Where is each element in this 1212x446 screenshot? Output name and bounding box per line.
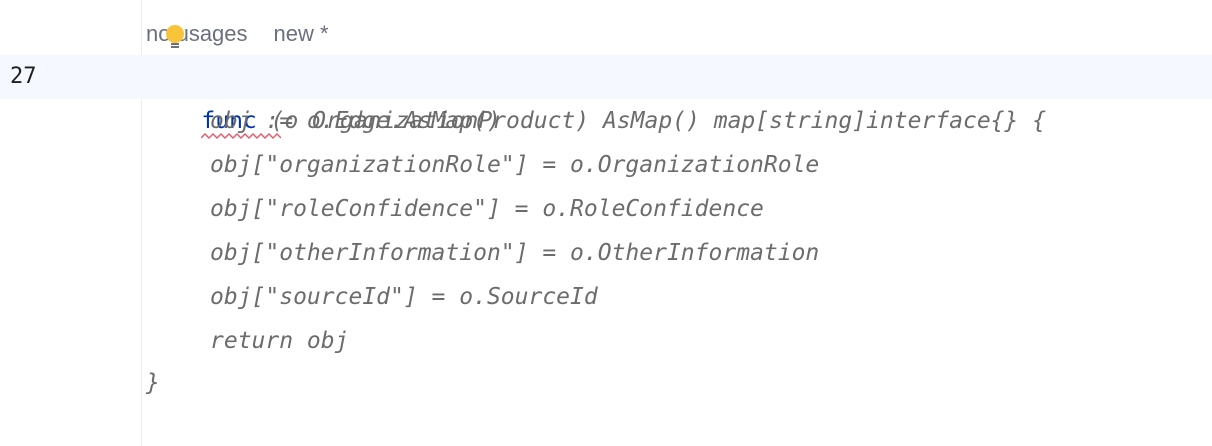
code-line-closing-brace[interactable]: } xyxy=(146,361,160,405)
code-line-role-confidence[interactable]: obj["roleConfidence"] = o.RoleConfidence xyxy=(210,187,764,231)
author-hint[interactable]: new * xyxy=(274,21,329,46)
lightbulb-base-icon xyxy=(171,43,179,48)
code-line-source-id[interactable]: obj["sourceId"] = o.SourceId xyxy=(210,275,598,319)
code-line-other-information[interactable]: obj["otherInformation"] = o.OtherInforma… xyxy=(210,231,819,275)
code-line-organization-role[interactable]: obj["organizationRole"] = o.Organization… xyxy=(210,143,819,187)
code-editor[interactable]: no usages new * 27 func (o OrganizationPr… xyxy=(0,0,1212,446)
code-line-func[interactable]: func (o OrganizationProduct) AsMap() map… xyxy=(146,55,1046,139)
line-number: 27 xyxy=(10,64,37,89)
code-line-obj-assign[interactable]: obj := o.Edge.AsMap() xyxy=(210,99,501,143)
lightbulb-icon[interactable] xyxy=(166,25,184,43)
usages-hint[interactable]: no usages xyxy=(146,21,248,46)
code-line-return[interactable]: return obj xyxy=(210,319,348,363)
